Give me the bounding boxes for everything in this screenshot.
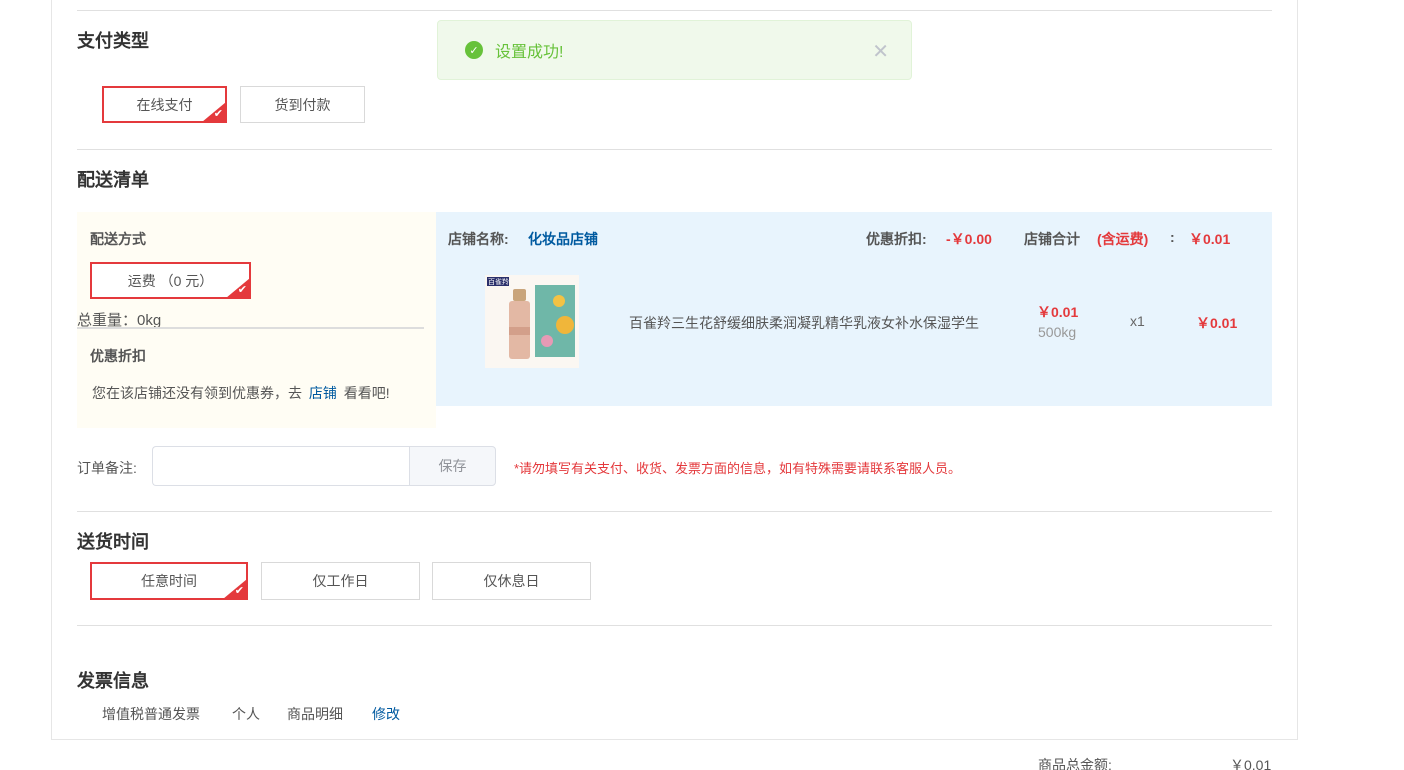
invoice-content: 商品明细 <box>287 706 343 722</box>
success-toast: ✓ 设置成功! ✕ <box>437 20 912 80</box>
store-total-label: 店铺合计 <box>1024 231 1080 247</box>
checkmark-icon: ✔ <box>213 108 223 120</box>
goods-total-value: ￥0.01 <box>1230 757 1272 770</box>
invoice-type: 增值税普通发票 <box>102 706 200 722</box>
invoice-holder: 个人 <box>232 706 260 722</box>
store-link[interactable]: 店铺 <box>309 385 337 401</box>
divider <box>77 10 1272 11</box>
product-weight: 500kg <box>1038 324 1077 340</box>
delivery-time-title: 送货时间 <box>77 532 149 552</box>
discount-title: 优惠折扣 <box>90 348 146 364</box>
delivery-time-label: 仅工作日 <box>312 573 369 589</box>
coupon-text-end: 看看吧! <box>343 385 390 401</box>
remark-input[interactable] <box>152 446 410 486</box>
remark-hint: *请勿填写有关支付、收货、发票方面的信息，如有特殊需要请联系客服人员。 <box>514 461 962 476</box>
shipping-title: 配送清单 <box>77 170 149 190</box>
product-subtotal: ￥0.01 <box>1196 315 1238 331</box>
divider <box>77 511 1272 512</box>
save-button[interactable]: 保存 <box>409 446 496 486</box>
payment-option-online[interactable]: 在线支付 ✔ <box>102 86 227 123</box>
payment-option-label: 货到付款 <box>274 96 331 113</box>
payment-title: 支付类型 <box>77 31 149 51</box>
check-circle-icon: ✓ <box>465 41 483 59</box>
weight-underline <box>77 327 424 329</box>
coupon-text: 您在该店铺还没有领到优惠券，去 <box>92 385 302 401</box>
delivery-time-weekends[interactable]: 仅休息日 <box>432 562 591 600</box>
store-total-note: (含运费) <box>1097 231 1149 247</box>
delivery-method-title: 配送方式 <box>90 231 146 247</box>
delivery-time-any[interactable]: 任意时间 ✔ <box>90 562 248 600</box>
delivery-time-weekdays[interactable]: 仅工作日 <box>261 562 420 600</box>
close-icon[interactable]: ✕ <box>872 39 889 64</box>
checkmark-icon: ✔ <box>234 585 244 597</box>
shipping-fee-label: 运费 （0 元） <box>127 272 214 289</box>
store-total-value: ￥0.01 <box>1189 231 1231 247</box>
delivery-time-label: 仅休息日 <box>483 573 540 589</box>
store-discount-label: 优惠折扣: <box>866 231 927 247</box>
coupon-message: 您在该店铺还没有领到优惠券，去 店铺 看看吧! <box>92 383 390 403</box>
product-name[interactable]: 百雀羚三生花舒缓细肤柔润凝乳精华乳液女补水保湿学生 <box>629 313 979 333</box>
product-brand-logo: 百雀羚 <box>488 279 509 286</box>
product-image[interactable]: 百雀羚 <box>485 275 579 368</box>
goods-total-label: 商品总金额: <box>1038 757 1112 770</box>
invoice-title: 发票信息 <box>77 671 149 691</box>
invoice-edit-link[interactable]: 修改 <box>372 704 400 724</box>
store-name-link[interactable]: 化妆品店铺 <box>528 229 598 249</box>
divider <box>77 625 1272 626</box>
product-illustration <box>485 275 579 368</box>
toast-message: 设置成功! <box>495 44 564 61</box>
store-total-colon: : <box>1170 229 1175 245</box>
product-price: ￥0.01 <box>1037 304 1079 320</box>
checkmark-icon: ✔ <box>237 284 247 296</box>
shipping-fee-option[interactable]: 运费 （0 元） ✔ <box>90 262 251 299</box>
store-name-label: 店铺名称: <box>448 231 509 247</box>
delivery-time-label: 任意时间 <box>141 573 197 589</box>
payment-option-label: 在线支付 <box>136 96 193 113</box>
store-discount-value: -￥0.00 <box>946 231 992 247</box>
product-quantity: x1 <box>1130 313 1145 329</box>
divider <box>77 149 1272 150</box>
remark-label: 订单备注: <box>77 460 137 476</box>
payment-option-cod[interactable]: 货到付款 <box>240 86 365 123</box>
